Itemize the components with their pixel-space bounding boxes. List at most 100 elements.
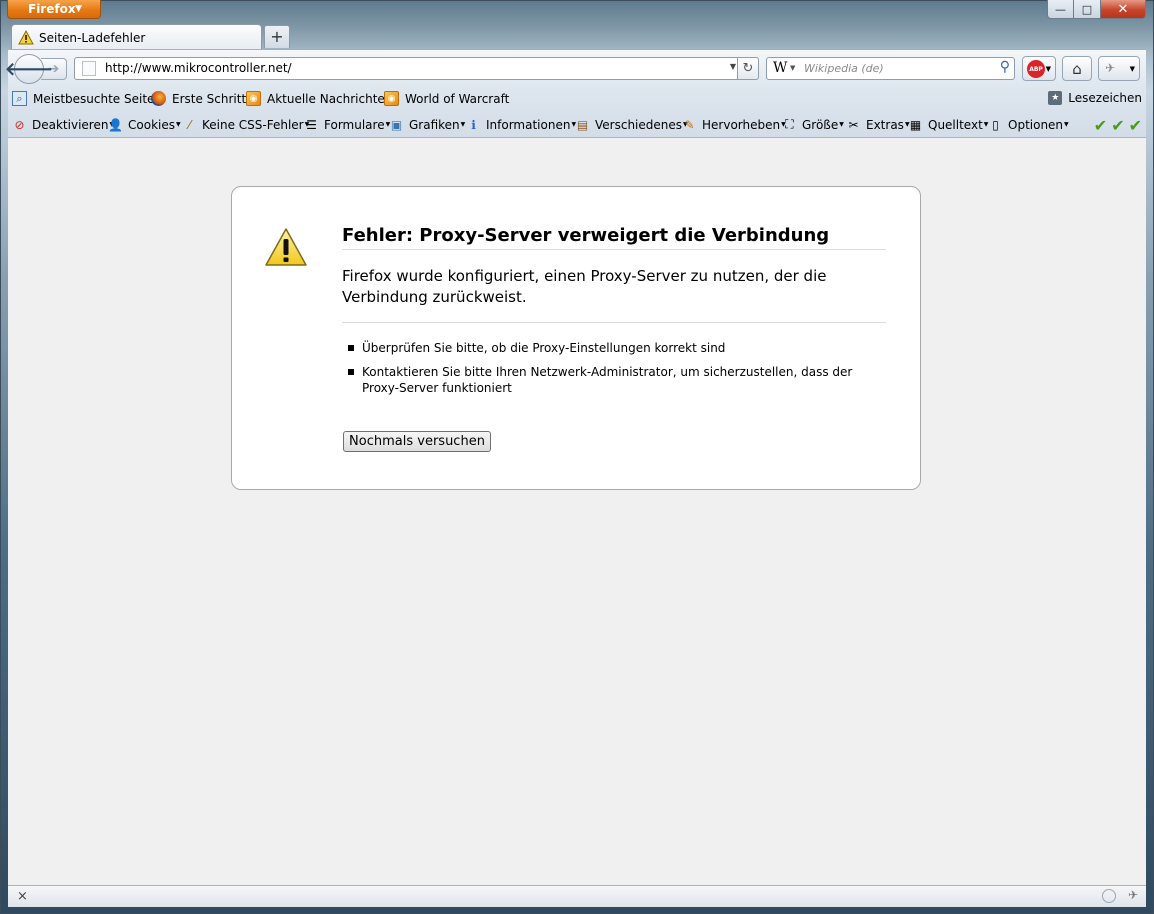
- bookmarks-toolbar: ⌕ Meistbesuchte Seiten Erste Schritte ◉ …: [8, 87, 1146, 111]
- dev-menu-disable[interactable]: ⊘ Deaktivieren ▼: [12, 117, 114, 132]
- url-history-dropdown-icon[interactable]: ▼: [730, 62, 736, 71]
- bookmarks-menu-label: Lesezeichen: [1068, 91, 1142, 105]
- bookmark-wow[interactable]: ◉ World of Warcraft: [384, 91, 509, 106]
- rss-icon: ◉: [246, 91, 261, 106]
- page-content: Fehler: Proxy-Server verweigert die Verb…: [8, 138, 1146, 885]
- misc-icon: ▤: [576, 117, 589, 132]
- firefox-menu-button[interactable]: Firefox ▼: [7, 0, 101, 19]
- bookmark-label: Meistbesuchte Seiten: [33, 91, 163, 106]
- chevron-down-icon: ▼: [1064, 121, 1069, 128]
- addon-icon[interactable]: ✈: [1128, 888, 1138, 902]
- dev-menu-label: Größe: [802, 117, 839, 132]
- dev-menu-source[interactable]: ▦ Quelltext ▼: [908, 117, 989, 132]
- dev-menu-label: Hervorheben: [702, 117, 781, 132]
- bookmark-first-steps[interactable]: Erste Schritte: [151, 91, 254, 106]
- adblock-icon: ABP: [1027, 60, 1045, 78]
- close-window-button[interactable]: ✕: [1101, 0, 1146, 19]
- firefox-menu-label: Firefox: [28, 2, 76, 16]
- dev-menu-label: Grafiken: [409, 117, 460, 132]
- error-description: Firefox wurde konfiguriert, einen Proxy-…: [342, 267, 827, 306]
- list-item: Kontaktieren Sie bitte Ihren Netzwerk-Ad…: [342, 364, 882, 396]
- search-bar[interactable]: W ▼ Wikipedia (de) ⚲: [766, 57, 1015, 80]
- warning-icon: [265, 228, 307, 266]
- search-input[interactable]: Wikipedia (de): [804, 62, 884, 75]
- validation-status: ✔ ✔ ✔: [1094, 116, 1142, 135]
- bookmark-label: Erste Schritte: [172, 91, 254, 106]
- window-controls: — □ ✕: [1047, 0, 1146, 19]
- minimize-button[interactable]: —: [1047, 0, 1074, 19]
- home-icon: ⌂: [1072, 59, 1082, 78]
- dev-menu-misc[interactable]: ▤ Verschiedenes ▼: [575, 117, 688, 132]
- error-title: Fehler: Proxy-Server verweigert die Verb…: [342, 225, 886, 250]
- dev-menu-label: Deaktivieren: [32, 117, 109, 132]
- navigation-bar: ➔ 🡐 http://www.mikrocontroller.net/ ▼ ↻ …: [5, 50, 1146, 87]
- reload-icon: ↻: [742, 61, 754, 76]
- source-icon: ▦: [909, 117, 922, 132]
- chevron-down-icon: ▼: [1129, 65, 1135, 73]
- close-addon-bar-button[interactable]: ×: [17, 889, 28, 904]
- back-button[interactable]: 🡐: [5, 54, 53, 84]
- dev-menu-label: Informationen: [486, 117, 571, 132]
- dev-menu-options[interactable]: ▯ Optionen ▼: [988, 117, 1069, 132]
- options-icon: ▯: [992, 117, 999, 132]
- image-icon: ▣: [390, 117, 403, 132]
- home-button[interactable]: ⌂: [1062, 56, 1092, 81]
- status-bar: × ✈: [8, 885, 1146, 907]
- dev-menu-information[interactable]: ℹ Informationen ▼: [466, 117, 576, 132]
- dev-menu-css[interactable]: ⁄ Keine CSS-Fehler ▼: [182, 117, 309, 132]
- bookmark-most-visited[interactable]: ⌕ Meistbesuchte Seiten: [12, 91, 162, 106]
- rss-icon: ◉: [384, 91, 399, 106]
- dev-menu-label: Verschiedenes: [595, 117, 683, 132]
- toolbox: ➔ 🡐 http://www.mikrocontroller.net/ ▼ ↻ …: [5, 49, 1146, 138]
- checkmark-icon[interactable]: ✔: [1129, 116, 1142, 135]
- loading-spinner-icon: [1102, 889, 1116, 903]
- url-bar[interactable]: http://www.mikrocontroller.net/ ▼: [74, 57, 741, 80]
- dev-menu-cookies[interactable]: 👤 Cookies ▼: [108, 117, 181, 132]
- reload-button[interactable]: ↻: [737, 57, 759, 80]
- search-magnifier-icon[interactable]: ⚲: [1000, 59, 1010, 75]
- bookmark-label: Aktuelle Nachrichten: [267, 91, 393, 106]
- pencil-icon: ✎: [684, 117, 695, 132]
- addon-icon: ✈: [1105, 61, 1116, 75]
- dev-menu-tools[interactable]: ✂ Extras ▼: [846, 117, 909, 132]
- dev-menu-resize[interactable]: ⛶ Größe ▼: [782, 117, 844, 132]
- bookmark-latest-news[interactable]: ◉ Aktuelle Nachrichten: [246, 91, 392, 106]
- page-favicon-icon: [82, 61, 96, 76]
- web-developer-toolbar: ⊘ Deaktivieren ▼ 👤 Cookies ▼ ⁄ Keine CSS-F…: [8, 111, 1146, 137]
- chevron-down-icon: ▼: [460, 121, 466, 128]
- error-page-container: Fehler: Proxy-Server verweigert die Verb…: [231, 186, 921, 490]
- chevron-down-icon: ▼: [175, 121, 181, 128]
- dev-menu-label: Keine CSS-Fehler: [202, 117, 304, 132]
- chevron-down-icon: ▼: [1045, 65, 1051, 73]
- new-tab-button[interactable]: +: [264, 25, 290, 48]
- checkmark-icon[interactable]: ✔: [1111, 116, 1124, 135]
- divider: [342, 322, 886, 323]
- info-icon: ℹ: [471, 117, 476, 132]
- maximize-button[interactable]: □: [1074, 0, 1101, 19]
- star-icon: ★: [1048, 91, 1063, 105]
- chevron-down-icon: ▼: [75, 4, 82, 14]
- search-engine-dropdown-icon[interactable]: ▼: [790, 64, 795, 72]
- wikipedia-icon[interactable]: W: [773, 60, 787, 76]
- wand-icon: ⁄: [188, 117, 191, 132]
- dev-menu-forms[interactable]: ☰ Formulare ▼: [304, 117, 390, 132]
- tab-active[interactable]: Seiten-Ladefehler: [11, 24, 262, 50]
- retry-button[interactable]: Nochmals versuchen: [343, 431, 491, 452]
- tab-title: Seiten-Ladefehler: [39, 30, 146, 45]
- checkmark-icon[interactable]: ✔: [1094, 116, 1107, 135]
- bookmarks-menu-button[interactable]: ★ Lesezeichen: [1048, 91, 1142, 105]
- bookmark-label: World of Warcraft: [405, 91, 510, 106]
- url-text[interactable]: http://www.mikrocontroller.net/: [105, 61, 292, 75]
- disable-icon: ⊘: [14, 117, 25, 132]
- dev-menu-images[interactable]: ▣ Grafiken ▼: [389, 117, 465, 132]
- addon-button[interactable]: ✈ ▼: [1098, 56, 1140, 81]
- form-icon: ☰: [306, 117, 317, 132]
- error-suggestions: Überprüfen Sie bitte, ob die Proxy-Einst…: [342, 340, 882, 404]
- dev-menu-label: Formulare: [324, 117, 385, 132]
- tools-icon: ✂: [848, 117, 859, 132]
- dev-menu-label: Extras: [866, 117, 904, 132]
- adblock-button[interactable]: ABP ▼: [1022, 56, 1056, 81]
- dev-menu-highlight[interactable]: ✎ Hervorheben ▼: [682, 117, 785, 132]
- warning-icon: [18, 30, 34, 45]
- list-item: Überprüfen Sie bitte, ob die Proxy-Einst…: [342, 340, 882, 356]
